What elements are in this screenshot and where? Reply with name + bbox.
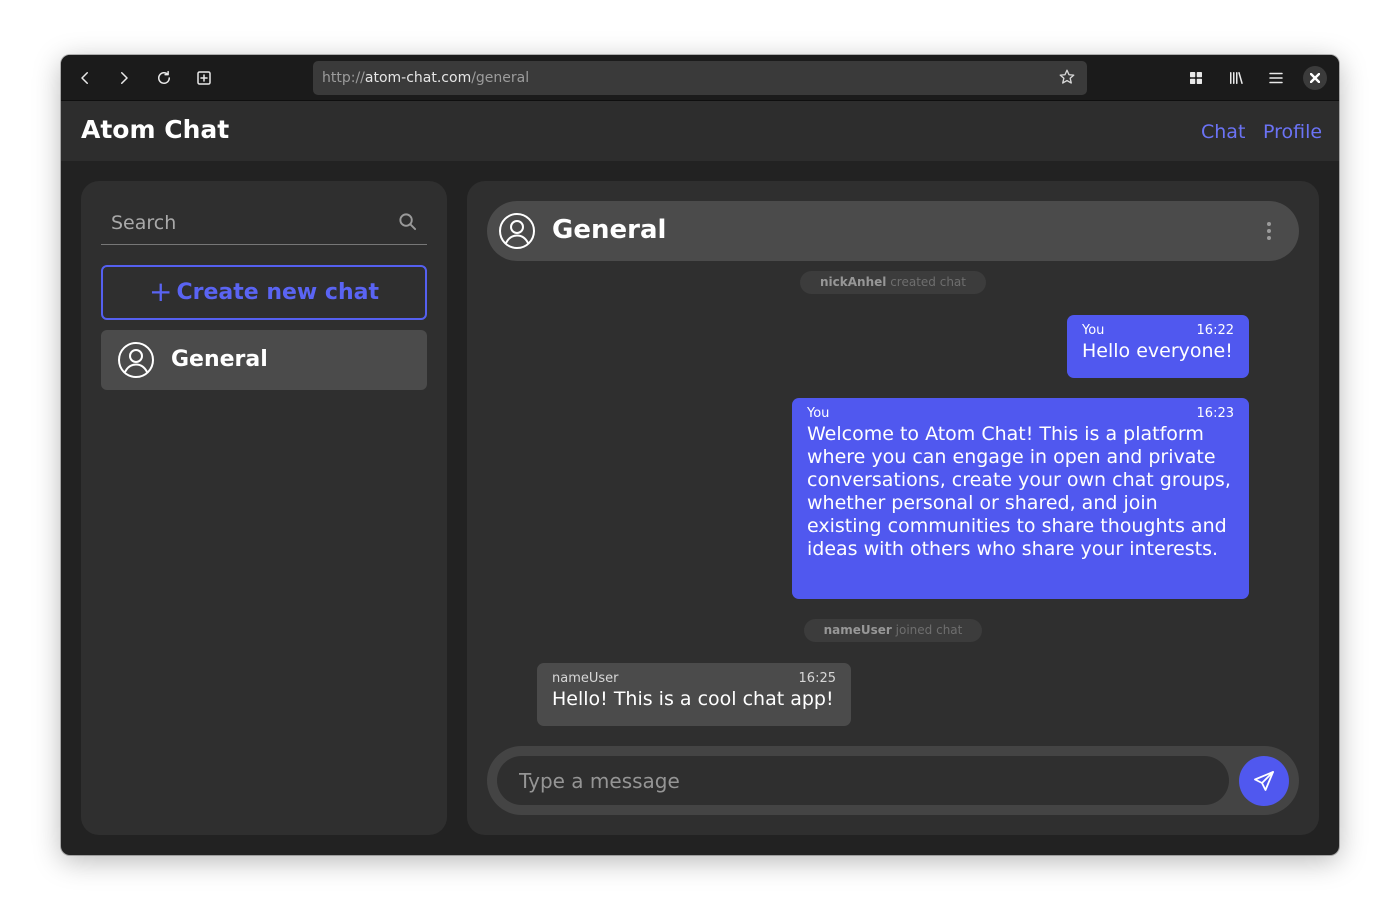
more-options-icon[interactable] xyxy=(1257,219,1281,243)
chat-panel: General nickAnhel created chat You 16:22… xyxy=(467,181,1319,835)
message-author: You xyxy=(807,406,830,421)
message-input[interactable] xyxy=(497,756,1229,805)
app-header: Atom Chat Chat Profile xyxy=(61,101,1339,161)
browser-toolbar: http://atom-chat.com/general xyxy=(61,55,1339,101)
url-bar[interactable]: http://atom-chat.com/general xyxy=(313,61,1087,95)
menu-icon[interactable] xyxy=(1262,64,1290,92)
search-icon[interactable] xyxy=(398,212,417,231)
event-user: nameUser xyxy=(823,623,892,637)
create-new-chat-button[interactable]: + Create new chat xyxy=(101,265,427,320)
plus-icon: + xyxy=(149,274,173,308)
message-bubble-own[interactable]: You 16:22 Hello everyone! xyxy=(1067,315,1249,378)
search-placeholder: Search xyxy=(111,212,177,234)
search-input[interactable]: Search xyxy=(101,201,427,245)
system-event: nickAnhel created chat xyxy=(800,271,986,294)
user-avatar-icon xyxy=(117,341,155,379)
chat-header: General xyxy=(487,201,1299,261)
close-icon[interactable] xyxy=(1303,66,1327,90)
message-text: Welcome to Atom Chat! This is a platform… xyxy=(807,423,1231,560)
back-icon[interactable] xyxy=(71,64,99,92)
message-bubble-own[interactable]: You 16:23 Welcome to Atom Chat! This is … xyxy=(792,398,1249,599)
message-author: nameUser xyxy=(552,671,619,686)
url-scheme: http:// xyxy=(322,70,365,86)
message-time: 16:23 xyxy=(1196,406,1234,421)
system-event: nameUser joined chat xyxy=(804,619,982,642)
url-host: atom-chat.com xyxy=(364,70,472,86)
send-icon xyxy=(1254,771,1274,791)
message-text: Hello everyone! xyxy=(1082,340,1233,362)
create-new-chat-label: Create new chat xyxy=(176,280,379,305)
forward-icon[interactable] xyxy=(110,64,138,92)
message-text: Hello! This is a cool chat app! xyxy=(552,688,834,710)
library-icon[interactable] xyxy=(1222,64,1250,92)
sidebar-item-label: General xyxy=(171,347,268,372)
bookmark-star-icon[interactable] xyxy=(1058,68,1078,88)
browser-window: http://atom-chat.com/general Atom Chat C… xyxy=(61,55,1339,855)
nav-link-chat[interactable]: Chat xyxy=(1201,121,1245,143)
extensions-grid-icon[interactable] xyxy=(1182,64,1210,92)
chat-sidebar: Search + Create new chat General xyxy=(81,181,447,835)
sidebar-item-general[interactable]: General xyxy=(101,330,427,390)
new-tab-icon[interactable] xyxy=(190,64,218,92)
reload-icon[interactable] xyxy=(150,64,178,92)
event-action: joined chat xyxy=(895,623,963,637)
message-bubble-other[interactable]: nameUser 16:25 Hello! This is a cool cha… xyxy=(537,663,851,726)
url-path: /general xyxy=(471,70,530,86)
nav-link-profile[interactable]: Profile xyxy=(1263,121,1322,143)
chat-title: General xyxy=(552,215,667,245)
message-author: You xyxy=(1082,323,1105,338)
event-user: nickAnhel xyxy=(820,275,887,289)
message-time: 16:25 xyxy=(798,671,836,686)
send-button[interactable] xyxy=(1239,756,1289,806)
message-time: 16:22 xyxy=(1196,323,1234,338)
app-title[interactable]: Atom Chat xyxy=(81,115,229,144)
user-avatar-icon xyxy=(498,212,536,250)
message-composer xyxy=(487,746,1299,815)
event-action: created chat xyxy=(890,275,966,289)
